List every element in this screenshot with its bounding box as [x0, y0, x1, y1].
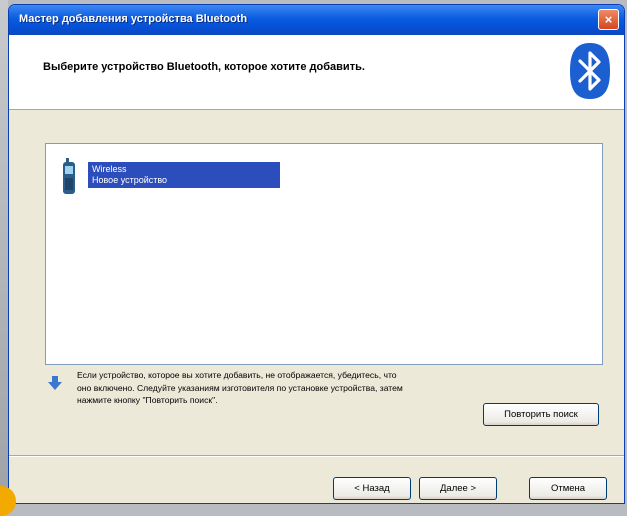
next-button[interactable]: Далее > — [419, 477, 497, 500]
repeat-search-button[interactable]: Повторить поиск — [483, 403, 599, 426]
title-bar[interactable]: Мастер добавления устройства Bluetooth × — [9, 5, 624, 35]
background-strip — [0, 0, 8, 512]
device-label-selected: Wireless Новое устройство — [88, 162, 280, 188]
device-type: Новое устройство — [92, 175, 168, 185]
down-arrow-icon — [48, 376, 62, 390]
window-title: Мастер добавления устройства Bluetooth — [19, 13, 248, 25]
hint-text: Если устройство, которое вы хотите добав… — [77, 370, 403, 405]
wizard-header: Выберите устройство Bluetooth, которое х… — [9, 35, 624, 110]
bluetooth-icon — [570, 43, 610, 99]
wizard-window: Мастер добавления устройства Bluetooth ×… — [8, 4, 625, 504]
back-button[interactable]: < Назад — [333, 477, 411, 500]
device-list[interactable]: Wireless Новое устройство — [45, 143, 603, 365]
close-icon: × — [604, 12, 613, 27]
cancel-button[interactable]: Отмена — [529, 477, 607, 500]
device-name: Wireless — [92, 164, 127, 174]
header-text: Выберите устройство Bluetooth, которое х… — [43, 61, 365, 73]
phone-icon — [63, 158, 75, 194]
close-button[interactable]: × — [598, 9, 619, 30]
divider — [9, 455, 624, 457]
